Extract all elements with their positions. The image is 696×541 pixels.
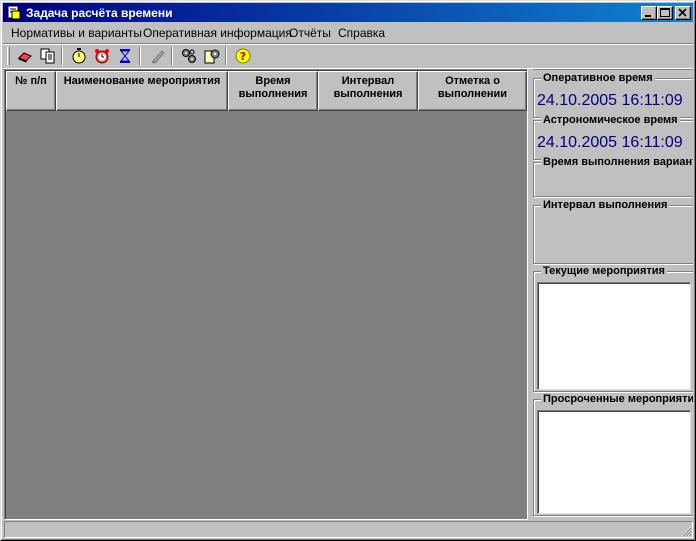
column-header-time[interactable]: Время выполнения: [228, 71, 318, 111]
interval-label: Интервал выполнения: [541, 199, 670, 211]
toolbar: ?: [3, 43, 693, 69]
info-panel: Оперативное время 24.10.2005 16:11:09 Ас…: [533, 69, 693, 520]
column-header-completion-mark[interactable]: Отметка о выполнении: [418, 71, 527, 111]
overdue-events-list[interactable]: [537, 410, 691, 514]
alarm-clock-icon: [95, 49, 109, 64]
menu-bar: Нормативы и варианты Оперативная информа…: [3, 23, 693, 43]
gears-button[interactable]: [179, 47, 199, 66]
current-events-group: Текущие мероприятия: [533, 265, 693, 392]
variant-time-group: Время выполнения варианта: [533, 156, 693, 197]
hourglass-icon: [119, 49, 131, 63]
menu-help[interactable]: Справка: [338, 26, 385, 40]
interval-group: Интервал выполнения: [533, 199, 693, 264]
edit-button[interactable]: [148, 47, 168, 66]
resize-grip-icon[interactable]: [680, 525, 692, 537]
toolbar-grip[interactable]: [7, 47, 10, 65]
minimize-icon: [645, 15, 651, 17]
close-button[interactable]: [675, 6, 691, 20]
overdue-events-group: Просроченные мероприятия: [533, 393, 693, 516]
column-header-number[interactable]: № п/п: [6, 71, 56, 111]
toolbar-separator: [61, 47, 63, 65]
menu-reports[interactable]: Отчёты: [289, 26, 331, 40]
eraser-icon: [18, 52, 32, 63]
grid-body[interactable]: № п/п Наименование мероприятия Время вып…: [5, 70, 527, 519]
svg-text:?: ?: [240, 50, 246, 63]
overdue-events-label: Просроченные мероприятия: [541, 393, 693, 405]
settings-book-icon: [204, 49, 220, 64]
current-events-list[interactable]: [537, 282, 691, 390]
operational-time-label: Оперативное время: [541, 72, 655, 84]
copy-button[interactable]: [38, 47, 58, 66]
hourglass-button[interactable]: [115, 47, 135, 66]
column-header-interval[interactable]: Интервал выполнения: [318, 71, 418, 111]
maximize-icon: [660, 8, 670, 17]
events-grid[interactable]: № п/п Наименование мероприятия Время вып…: [4, 69, 528, 520]
astronomical-time-value: 24.10.2005 16:11:09: [537, 134, 683, 151]
settings-book-button[interactable]: [202, 47, 222, 66]
operational-time-value: 24.10.2005 16:11:09: [537, 92, 683, 109]
help-icon: ?: [235, 48, 251, 64]
status-bar: [4, 521, 693, 538]
copy-documents-icon: [40, 48, 55, 64]
menu-operational-info[interactable]: Оперативная информация: [143, 26, 292, 40]
maximize-button[interactable]: [657, 6, 673, 20]
window-title: Задача расчёта времени: [26, 6, 173, 20]
current-events-label: Текущие мероприятия: [541, 265, 667, 277]
column-header-name[interactable]: Наименование мероприятия: [56, 71, 228, 111]
stopwatch-icon: [72, 48, 86, 64]
toolbar-separator: [225, 47, 227, 65]
close-icon: [678, 8, 687, 17]
toolbar-separator: [139, 47, 141, 65]
variant-time-label: Время выполнения варианта: [541, 156, 693, 168]
app-icon[interactable]: [6, 5, 22, 20]
title-bar[interactable]: Задача расчёта времени: [3, 3, 693, 22]
operational-time-group: Оперативное время 24.10.2005 16:11:09: [533, 72, 693, 118]
minimize-button[interactable]: [641, 6, 657, 20]
menu-norms-variants[interactable]: Нормативы и варианты: [11, 26, 142, 40]
eraser-button[interactable]: [15, 47, 35, 66]
alarm-clock-button[interactable]: [92, 47, 112, 66]
app-window: Задача расчёта времени Нормативы и вариа…: [0, 0, 696, 541]
pen-icon: [152, 50, 165, 64]
help-button[interactable]: ?: [233, 47, 253, 66]
astronomical-time-label: Астрономическое время: [541, 114, 680, 126]
stopwatch-button[interactable]: [69, 47, 89, 66]
astronomical-time-group: Астрономическое время 24.10.2005 16:11:0…: [533, 114, 693, 160]
gears-icon: [182, 49, 196, 63]
toolbar-separator: [171, 47, 173, 65]
